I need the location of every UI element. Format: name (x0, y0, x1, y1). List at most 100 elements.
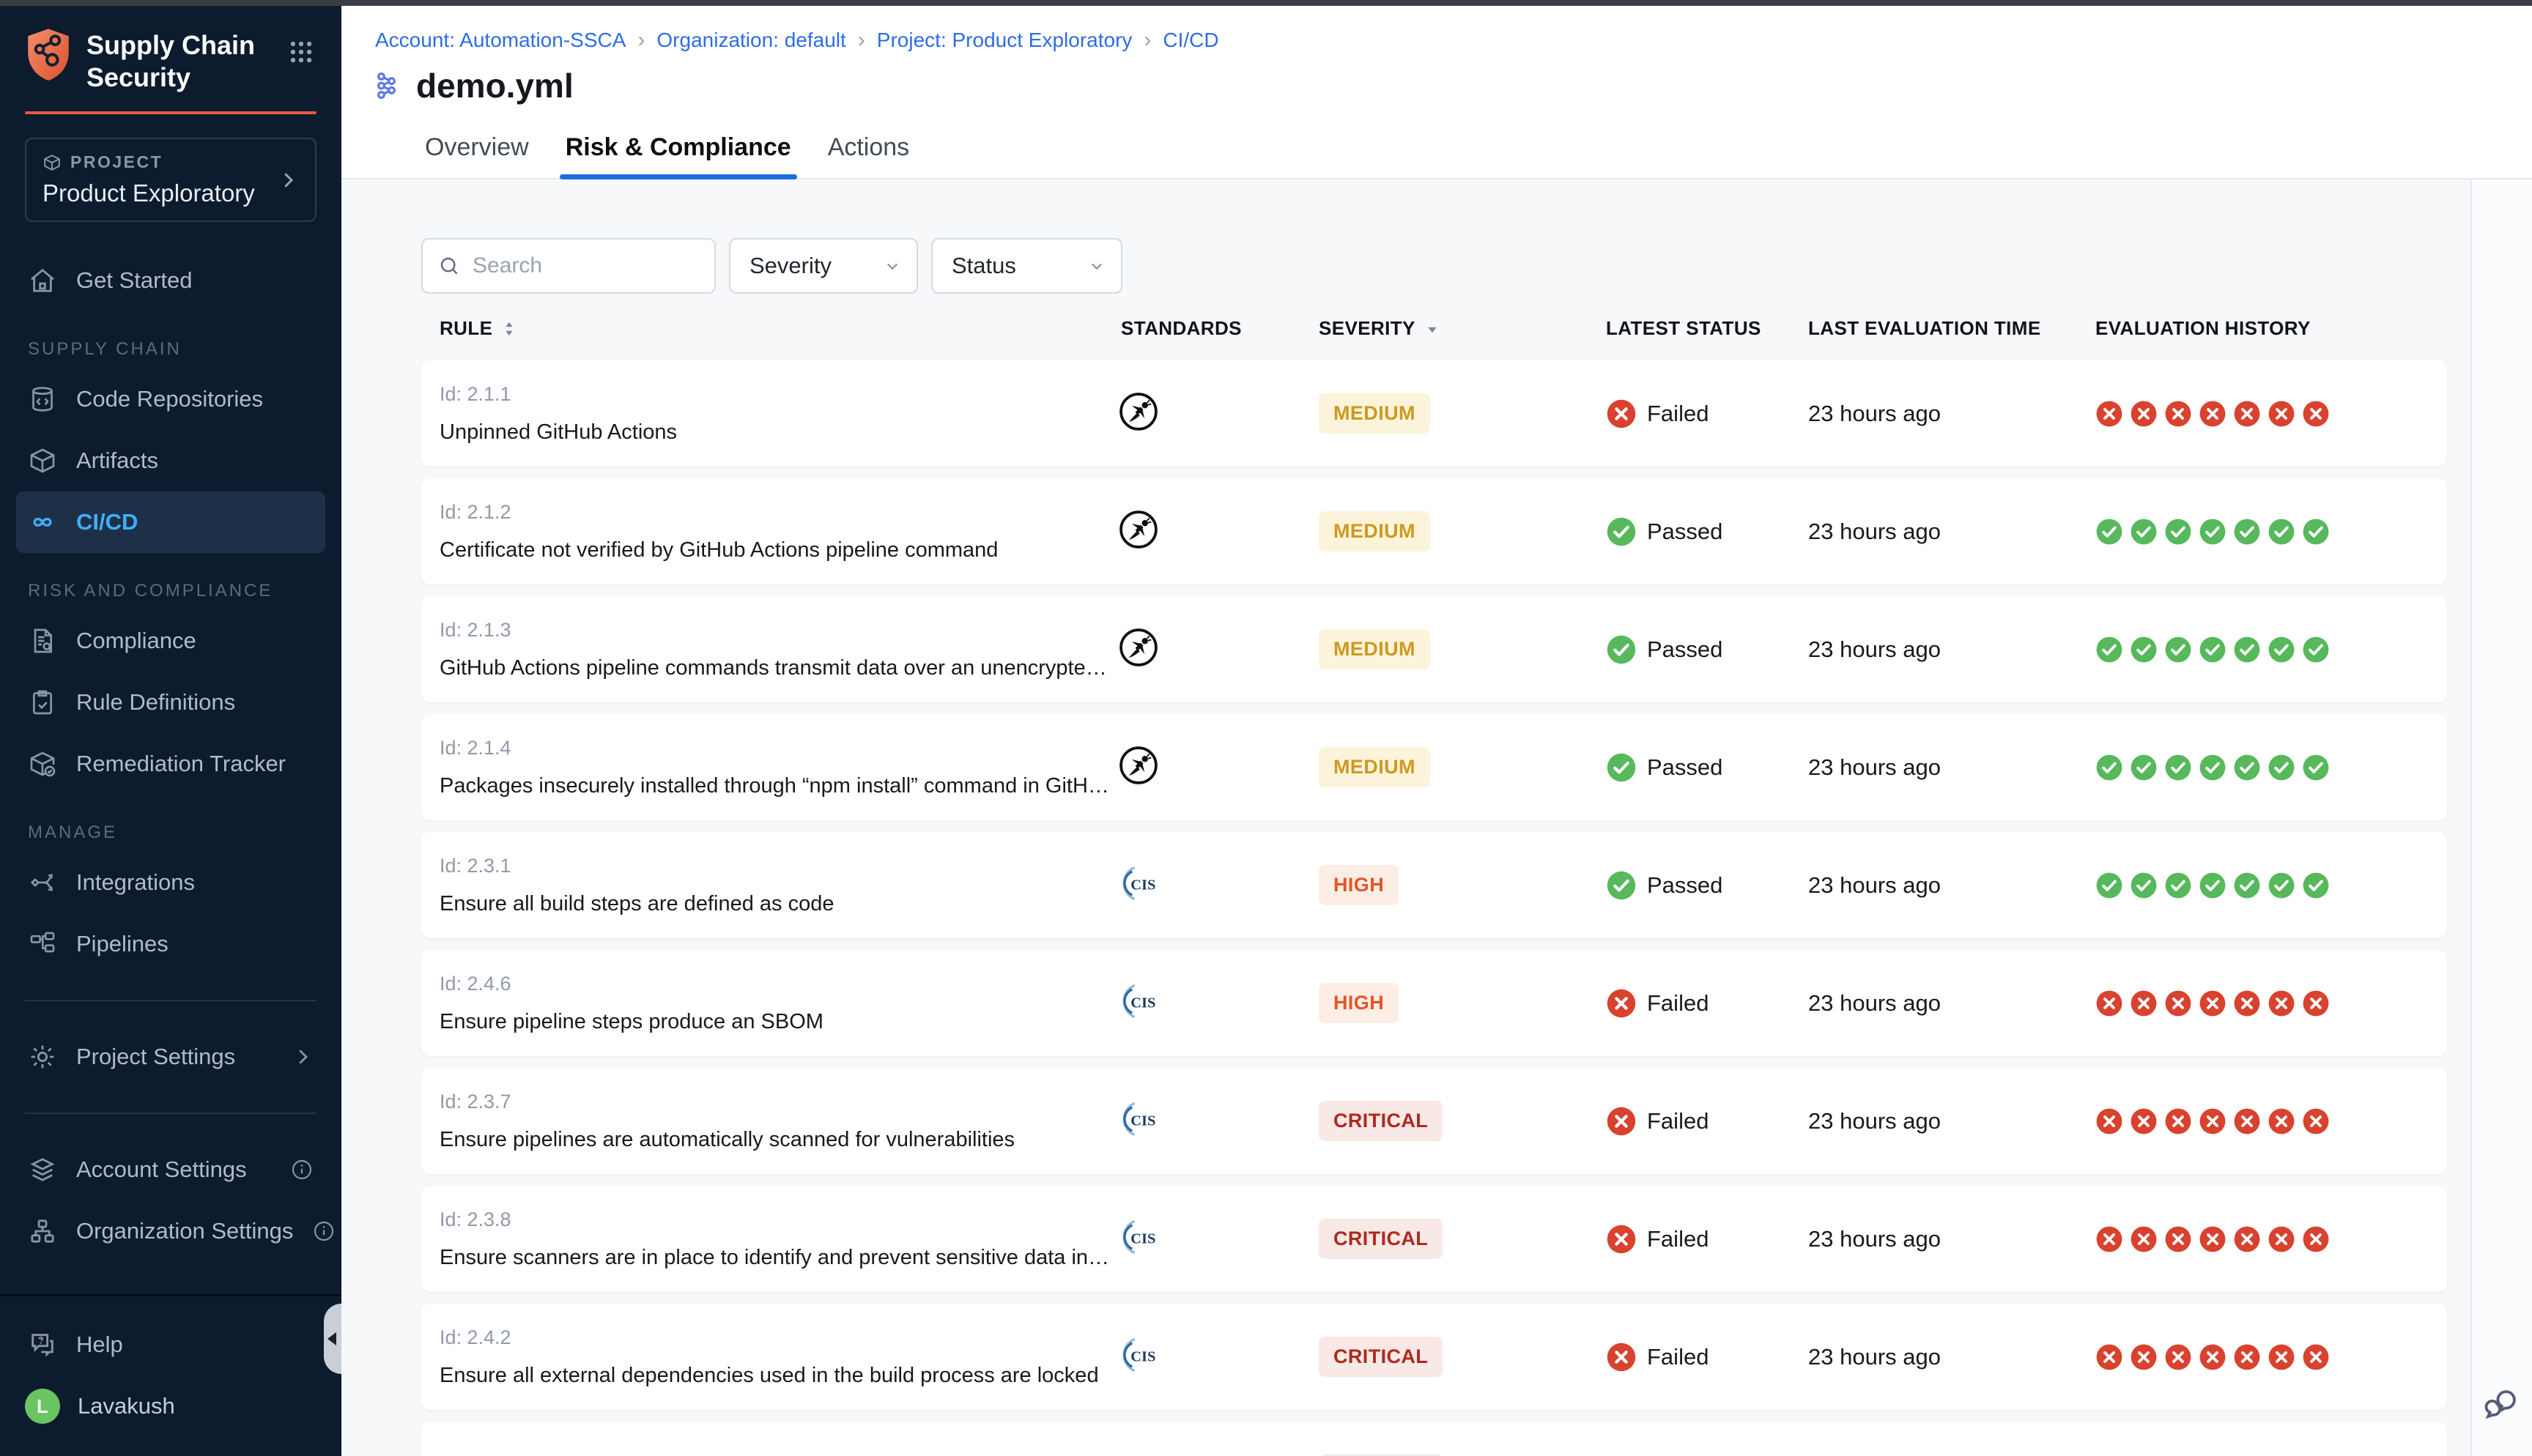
sidebar-item-integrations[interactable]: Integrations (0, 852, 341, 913)
failed-icon[interactable] (2199, 1225, 2226, 1253)
failed-icon[interactable] (2233, 1343, 2261, 1371)
sidebar-item-get-started[interactable]: Get Started (0, 250, 341, 311)
failed-icon[interactable] (2164, 400, 2192, 428)
severity-filter-dropdown[interactable]: Severity (729, 238, 918, 294)
table-row[interactable]: Id: 2.4.2Ensure all external dependencie… (421, 1304, 2447, 1410)
table-row[interactable]: Id: 3.1.7CISCRITICALFailed23 hours ago (421, 1422, 2447, 1456)
failed-icon[interactable] (2130, 400, 2158, 428)
info-icon[interactable] (312, 1219, 336, 1243)
passed-icon[interactable] (2199, 636, 2226, 664)
passed-icon[interactable] (2302, 754, 2330, 781)
table-row[interactable]: Id: 2.3.8Ensure scanners are in place to… (421, 1186, 2447, 1292)
failed-icon[interactable] (2095, 1343, 2123, 1371)
table-row[interactable]: Id: 2.1.1Unpinned GitHub ActionsMEDIUMFa… (421, 360, 2447, 467)
failed-icon[interactable] (2302, 400, 2330, 428)
failed-icon[interactable] (2095, 1225, 2123, 1253)
project-selector[interactable]: PROJECT Product Exploratory (25, 138, 316, 222)
passed-icon[interactable] (2164, 872, 2192, 899)
passed-icon[interactable] (2095, 872, 2123, 899)
sidebar-item-ci-cd[interactable]: CI/CD (16, 491, 325, 553)
failed-icon[interactable] (2199, 1107, 2226, 1135)
passed-icon[interactable] (2302, 872, 2330, 899)
sidebar-item-rule-definitions[interactable]: Rule Definitions (0, 672, 341, 733)
sidebar-item-remediation-tracker[interactable]: Remediation Tracker (0, 733, 341, 795)
sort-desc-icon[interactable] (1423, 319, 1442, 338)
passed-icon[interactable] (2268, 754, 2295, 781)
failed-icon[interactable] (2164, 1225, 2192, 1253)
failed-icon[interactable] (2095, 400, 2123, 428)
passed-icon[interactable] (2130, 636, 2158, 664)
failed-icon[interactable] (2268, 1343, 2295, 1371)
failed-icon[interactable] (2095, 1107, 2123, 1135)
failed-icon[interactable] (2268, 1225, 2295, 1253)
passed-icon[interactable] (2268, 636, 2295, 664)
failed-icon[interactable] (2095, 989, 2123, 1017)
passed-icon[interactable] (2164, 518, 2192, 546)
failed-icon[interactable] (2130, 1225, 2158, 1253)
passed-icon[interactable] (2199, 754, 2226, 781)
passed-icon[interactable] (2302, 518, 2330, 546)
failed-icon[interactable] (2164, 1107, 2192, 1135)
table-row[interactable]: Id: 2.3.7Ensure pipelines are automatica… (421, 1068, 2447, 1174)
breadcrumb-link-organization-default[interactable]: Organization: default (656, 29, 845, 52)
info-icon[interactable] (290, 1158, 314, 1181)
breadcrumb-link-account-automation-ssca[interactable]: Account: Automation-SSCA (375, 29, 626, 52)
sidebar-collapse-handle[interactable] (324, 1304, 341, 1374)
sidebar-item-code-repositories[interactable]: Code Repositories (0, 368, 341, 430)
app-switcher-grid-icon[interactable] (287, 38, 315, 66)
table-row[interactable]: Id: 2.1.2Certificate not verified by Git… (421, 478, 2447, 584)
passed-icon[interactable] (2164, 754, 2192, 781)
passed-icon[interactable] (2268, 518, 2295, 546)
tab-risk-compliance[interactable]: Risk & Compliance (566, 133, 791, 178)
failed-icon[interactable] (2268, 400, 2295, 428)
failed-icon[interactable] (2233, 1225, 2261, 1253)
passed-icon[interactable] (2233, 518, 2261, 546)
failed-icon[interactable] (2130, 989, 2158, 1017)
failed-icon[interactable] (2164, 1343, 2192, 1371)
tab-actions[interactable]: Actions (828, 133, 910, 178)
passed-icon[interactable] (2233, 754, 2261, 781)
failed-icon[interactable] (2302, 1225, 2330, 1253)
table-row[interactable]: Id: 2.4.6Ensure pipeline steps produce a… (421, 950, 2447, 1056)
search-input[interactable] (471, 253, 700, 279)
passed-icon[interactable] (2130, 518, 2158, 546)
failed-icon[interactable] (2199, 989, 2226, 1017)
failed-icon[interactable] (2302, 1107, 2330, 1135)
failed-icon[interactable] (2233, 989, 2261, 1017)
sidebar-item-organization-settings[interactable]: Organization Settings (0, 1200, 341, 1262)
passed-icon[interactable] (2199, 518, 2226, 546)
table-row[interactable]: Id: 2.3.1Ensure all build steps are defi… (421, 832, 2447, 938)
passed-icon[interactable] (2130, 754, 2158, 781)
failed-icon[interactable] (2130, 1107, 2158, 1135)
failed-icon[interactable] (2199, 400, 2226, 428)
passed-icon[interactable] (2164, 636, 2192, 664)
tab-overview[interactable]: Overview (425, 133, 529, 178)
passed-icon[interactable] (2130, 872, 2158, 899)
passed-icon[interactable] (2095, 518, 2123, 546)
chat-support-icon[interactable] (2482, 1384, 2522, 1424)
sidebar-item-pipelines[interactable]: Pipelines (0, 913, 341, 975)
sidebar-item-project-settings[interactable]: Project Settings (0, 1026, 341, 1088)
failed-icon[interactable] (2233, 1107, 2261, 1135)
passed-icon[interactable] (2233, 636, 2261, 664)
failed-icon[interactable] (2164, 989, 2192, 1017)
failed-icon[interactable] (2199, 1343, 2226, 1371)
sidebar-item-help[interactable]: Help (0, 1314, 341, 1375)
passed-icon[interactable] (2302, 636, 2330, 664)
breadcrumb-link-ci-cd[interactable]: CI/CD (1163, 29, 1218, 52)
sidebar-item-compliance[interactable]: Compliance (0, 610, 341, 672)
sidebar-item-account-settings[interactable]: Account Settings (0, 1139, 341, 1200)
passed-icon[interactable] (2095, 636, 2123, 664)
passed-icon[interactable] (2095, 754, 2123, 781)
breadcrumb-link-project-product-exploratory[interactable]: Project: Product Exploratory (877, 29, 1133, 52)
failed-icon[interactable] (2302, 989, 2330, 1017)
table-row[interactable]: Id: 2.1.4Packages insecurely installed t… (421, 714, 2447, 820)
failed-icon[interactable] (2268, 1107, 2295, 1135)
passed-icon[interactable] (2199, 872, 2226, 899)
sidebar-item-artifacts[interactable]: Artifacts (0, 430, 341, 491)
sort-icon[interactable] (500, 319, 519, 338)
passed-icon[interactable] (2233, 872, 2261, 899)
failed-icon[interactable] (2130, 1343, 2158, 1371)
failed-icon[interactable] (2268, 989, 2295, 1017)
table-row[interactable]: Id: 2.1.3GitHub Actions pipeline command… (421, 596, 2447, 702)
